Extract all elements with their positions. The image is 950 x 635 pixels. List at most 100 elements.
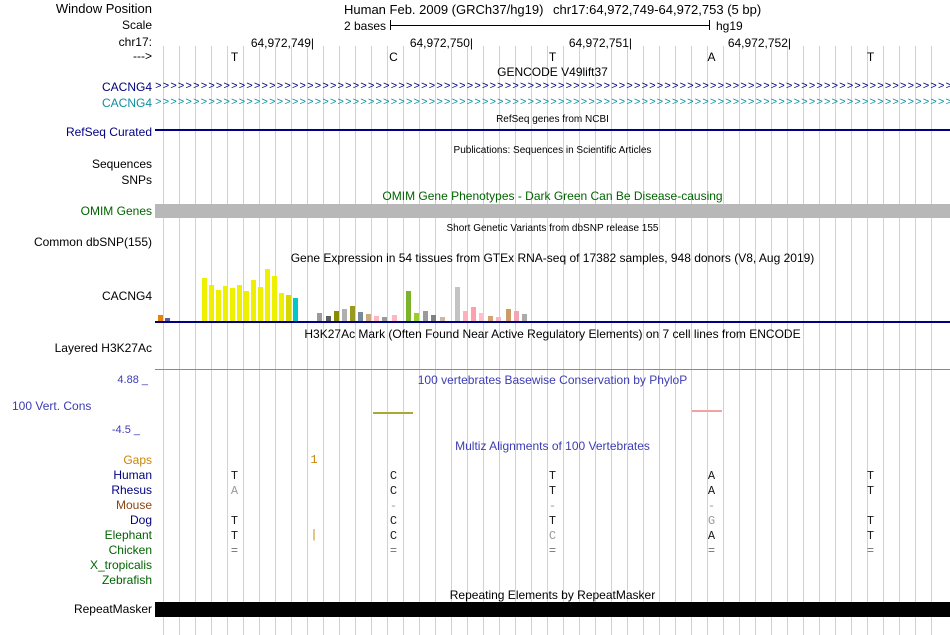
gtex-tissue-bar[interactable] [216, 290, 221, 321]
assembly-name: Human Feb. 2009 (GRCh37/hg19) [344, 2, 544, 17]
gene-label-cacng4-1[interactable]: CACNG4 [102, 81, 152, 94]
coordinate-label: 64,972,749| [250, 36, 314, 50]
alignment-base: G [707, 514, 716, 528]
alignment-base: C [389, 514, 398, 528]
omim-track-title[interactable]: OMIM Gene Phenotypes - Dark Green Can Be… [155, 190, 950, 203]
species-label-x_tropicalis[interactable]: X_tropicalis [90, 559, 152, 572]
alignment-base [155, 499, 314, 513]
conservation-track-title[interactable]: 100 vertebrates Basewise Conservation by… [155, 374, 950, 387]
common-dbsnp-label[interactable]: Common dbSNP(155) [34, 236, 152, 249]
gtex-tissue-bar[interactable] [237, 285, 242, 321]
species-label-human[interactable]: Human [113, 469, 152, 482]
gtex-tissue-bar[interactable] [479, 313, 484, 321]
gtex-tissue-bar[interactable] [223, 286, 228, 321]
refseq-gene-bar[interactable] [155, 129, 950, 131]
gtex-baseline [155, 321, 950, 323]
gtex-tissue-bar[interactable] [293, 298, 298, 321]
gtex-tissue-bar[interactable] [414, 313, 419, 321]
species-label-zebrafish[interactable]: Zebrafish [102, 574, 152, 587]
gtex-tissue-bar[interactable] [471, 307, 476, 321]
alignment-base: T [866, 529, 875, 543]
refseq-curated-label[interactable]: RefSeq Curated [66, 126, 152, 139]
gene-strand-arrows-2[interactable]: >>>>>>>>>>>>>>>>>>>>>>>>>>>>>>>>>>>>>>>>… [155, 97, 950, 110]
gene-label-cacng4-2[interactable]: CACNG4 [102, 97, 152, 110]
gtex-tissue-bar[interactable] [423, 311, 428, 321]
gtex-tissue-bar[interactable] [522, 314, 527, 321]
layered-h3k27ac-label[interactable]: Layered H3K27Ac [55, 342, 152, 355]
species-label-dog[interactable]: Dog [130, 514, 152, 527]
species-label-gaps[interactable]: Gaps [123, 454, 152, 467]
ucsc-genome-browser-image: Window Position Human Feb. 2009 (GRCh37/… [0, 0, 950, 635]
species-label-rhesus[interactable]: Rhesus [111, 484, 152, 497]
gtex-tissue-bar[interactable] [317, 313, 322, 321]
alignment-row-dog: TCTGT [155, 514, 950, 528]
species-label-mouse[interactable]: Mouse [116, 499, 152, 512]
dbsnp-track-title[interactable]: Short Genetic Variants from dbSNP releas… [155, 222, 950, 235]
gtex-tissue-bar[interactable] [463, 311, 468, 321]
gtex-expression-bars[interactable] [155, 269, 950, 321]
alignment-base: T [548, 484, 557, 498]
alignment-base: A [707, 484, 716, 498]
repeatmasker-track-title[interactable]: Repeating Elements by RepeatMasker [155, 589, 950, 602]
gtex-tissue-bar[interactable] [358, 312, 363, 321]
scale-value: 2 bases [343, 19, 386, 33]
species-label-chicken[interactable]: Chicken [109, 544, 152, 557]
conservation-min-value: -4.5 _ [111, 424, 140, 436]
gtex-tissue-bar[interactable] [230, 288, 235, 321]
alignment-base: T [866, 484, 875, 498]
gtex-tissue-bar[interactable] [265, 269, 270, 321]
genome-label: hg19 [716, 19, 743, 33]
alignment-base: T [230, 469, 239, 483]
alignment-base: T [866, 514, 875, 528]
sequences-label[interactable]: Sequences [92, 158, 152, 171]
snps-label[interactable]: SNPs [121, 174, 152, 187]
species-label-elephant[interactable]: Elephant [105, 529, 152, 542]
gtex-tissue-bar[interactable] [366, 314, 371, 321]
window-position-label: Window Position [55, 1, 152, 16]
gtex-tissue-bar[interactable] [209, 285, 214, 321]
gene-strand-arrows-1[interactable]: >>>>>>>>>>>>>>>>>>>>>>>>>>>>>>>>>>>>>>>>… [155, 81, 950, 94]
alignment-base: = [548, 544, 557, 558]
gtex-tissue-bar[interactable] [202, 278, 207, 321]
scale-bar [390, 20, 710, 30]
gtex-tissue-bar[interactable] [506, 309, 511, 321]
alignment-base: T [230, 529, 239, 543]
h3k27ac-track-title[interactable]: H3K27Ac Mark (Often Found Near Active Re… [155, 328, 950, 341]
gtex-track-title[interactable]: Gene Expression in 54 tissues from GTEx … [155, 252, 950, 265]
gtex-tissue-bar[interactable] [279, 293, 284, 321]
base-row: TCTAT [155, 50, 950, 64]
conservation-mark [692, 410, 722, 412]
gtex-tissue-bar[interactable] [406, 291, 411, 321]
alignment-base: T [230, 514, 239, 528]
gtex-gene-label[interactable]: CACNG4 [102, 290, 152, 303]
gtex-tissue-bar[interactable] [258, 287, 263, 321]
gtex-tissue-bar[interactable] [286, 295, 291, 321]
alignment-base: - [389, 499, 398, 513]
omim-genes-label[interactable]: OMIM Genes [81, 205, 152, 218]
base-letter: C [389, 50, 398, 64]
gencode-track-title[interactable]: GENCODE V49lift37 [155, 66, 950, 79]
publications-track-title[interactable]: Publications: Sequences in Scientific Ar… [155, 144, 950, 157]
coordinate-row: 64,972,749| 64,972,750| 64,972,751| 64,972,… [0, 36, 950, 50]
omim-gene-bar[interactable] [155, 204, 950, 218]
alignment-row-elephant: TCCAT [155, 529, 950, 543]
gtex-tissue-bar[interactable] [342, 309, 347, 321]
gtex-tissue-bar[interactable] [455, 287, 460, 321]
gtex-tissue-bar[interactable] [251, 280, 256, 321]
alignment-base: A [707, 529, 716, 543]
refseq-track-title[interactable]: RefSeq genes from NCBI [155, 113, 950, 126]
repeatmasker-label[interactable]: RepeatMasker [74, 603, 152, 616]
gtex-tissue-bar[interactable] [244, 291, 249, 321]
gtex-tissue-bar[interactable] [350, 306, 355, 321]
alignment-base: T [548, 469, 557, 483]
gap-insert-count: 1 [310, 453, 318, 467]
gtex-tissue-bar[interactable] [334, 311, 339, 321]
gtex-tissue-bar[interactable] [514, 311, 519, 321]
multiz-track-title[interactable]: Multiz Alignments of 100 Vertebrates [155, 440, 950, 453]
alignment-row-rhesus: ACTAT [155, 484, 950, 498]
conservation-track-label[interactable]: 100 Vert. Cons [12, 399, 91, 413]
repeatmasker-element-bar[interactable] [155, 602, 950, 617]
gtex-tissue-bar[interactable] [272, 276, 277, 321]
alignment-base: C [389, 484, 398, 498]
alignment-base: A [230, 484, 239, 498]
